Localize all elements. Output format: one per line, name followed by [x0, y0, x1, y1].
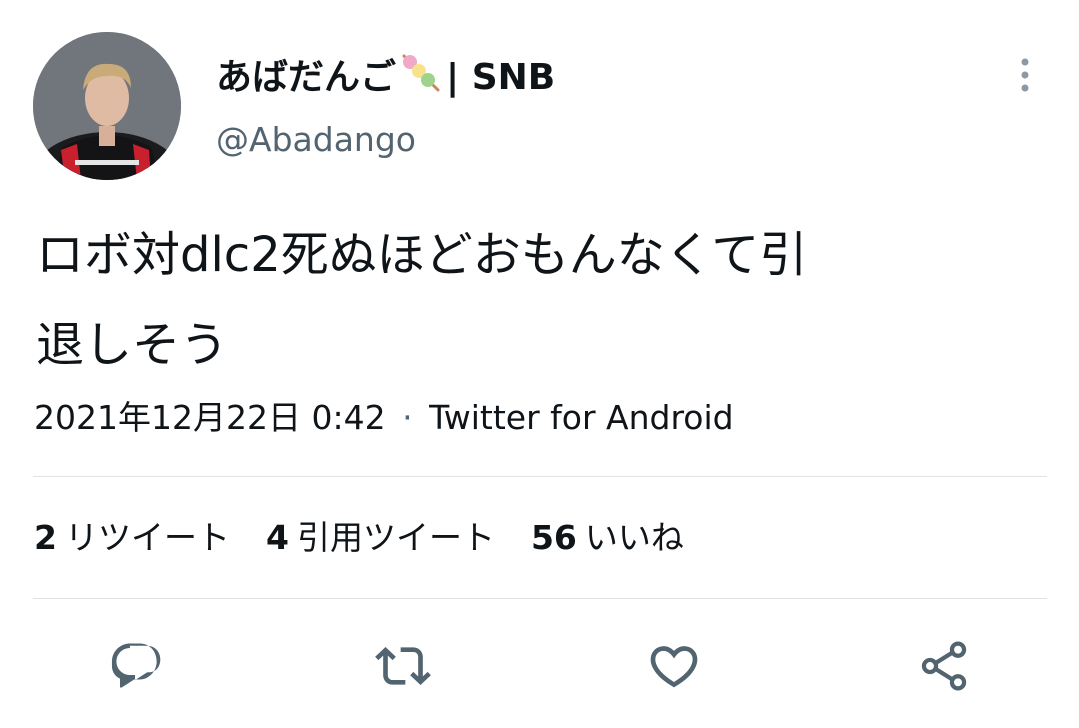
- quotes-label: 引用ツイート: [296, 518, 495, 557]
- like-button[interactable]: [646, 636, 702, 696]
- retweets-stat[interactable]: 2 リツイート: [34, 516, 230, 560]
- quotes-stat[interactable]: 4 引用ツイート: [266, 516, 495, 560]
- divider: [33, 476, 1047, 477]
- share-icon: [921, 641, 967, 691]
- engagement-stats: 2 リツイート 4 引用ツイート 56 いいね: [34, 516, 720, 560]
- profile-photo: [33, 32, 181, 180]
- quotes-count: 4: [265, 518, 289, 557]
- like-icon: [650, 646, 698, 688]
- tweet-meta: 2021年12月22日 0:42 · Twitter for Android: [34, 396, 734, 440]
- retweet-button[interactable]: [375, 636, 431, 696]
- share-button[interactable]: [916, 636, 972, 696]
- dango-emoji-icon: [398, 50, 442, 105]
- divider: [33, 598, 1047, 599]
- tweet-timestamp[interactable]: 2021年12月22日 0:42: [34, 398, 386, 437]
- likes-count: 56: [530, 518, 577, 557]
- display-name-suffix: | SNB: [446, 56, 556, 98]
- reply-button[interactable]: [107, 636, 163, 696]
- avatar[interactable]: [33, 32, 181, 180]
- user-handle[interactable]: @Abadango: [216, 118, 416, 162]
- tweet-text-line: ロボ対dlc2死ぬほどおもんなくて引: [36, 227, 808, 283]
- likes-stat[interactable]: 56 いいね: [531, 516, 684, 560]
- likes-label: いいね: [584, 518, 684, 557]
- retweet-icon: [375, 647, 431, 685]
- tweet-text-line: 退しそう: [36, 317, 229, 373]
- more-vertical-icon: [1021, 58, 1029, 92]
- meta-separator: ·: [402, 398, 413, 437]
- retweets-count: 2: [34, 518, 57, 557]
- tweet-text: ロボ対dlc2死ぬほどおもんなくて引 退しそう: [36, 210, 1036, 390]
- more-options-button[interactable]: [1010, 56, 1040, 96]
- retweets-label: リツイート: [64, 518, 230, 557]
- display-name-text: あばだんご: [216, 56, 397, 98]
- reply-icon: [111, 643, 161, 688]
- display-name[interactable]: あばだんご | SNB: [216, 50, 555, 105]
- tweet-source: Twitter for Android: [429, 398, 734, 437]
